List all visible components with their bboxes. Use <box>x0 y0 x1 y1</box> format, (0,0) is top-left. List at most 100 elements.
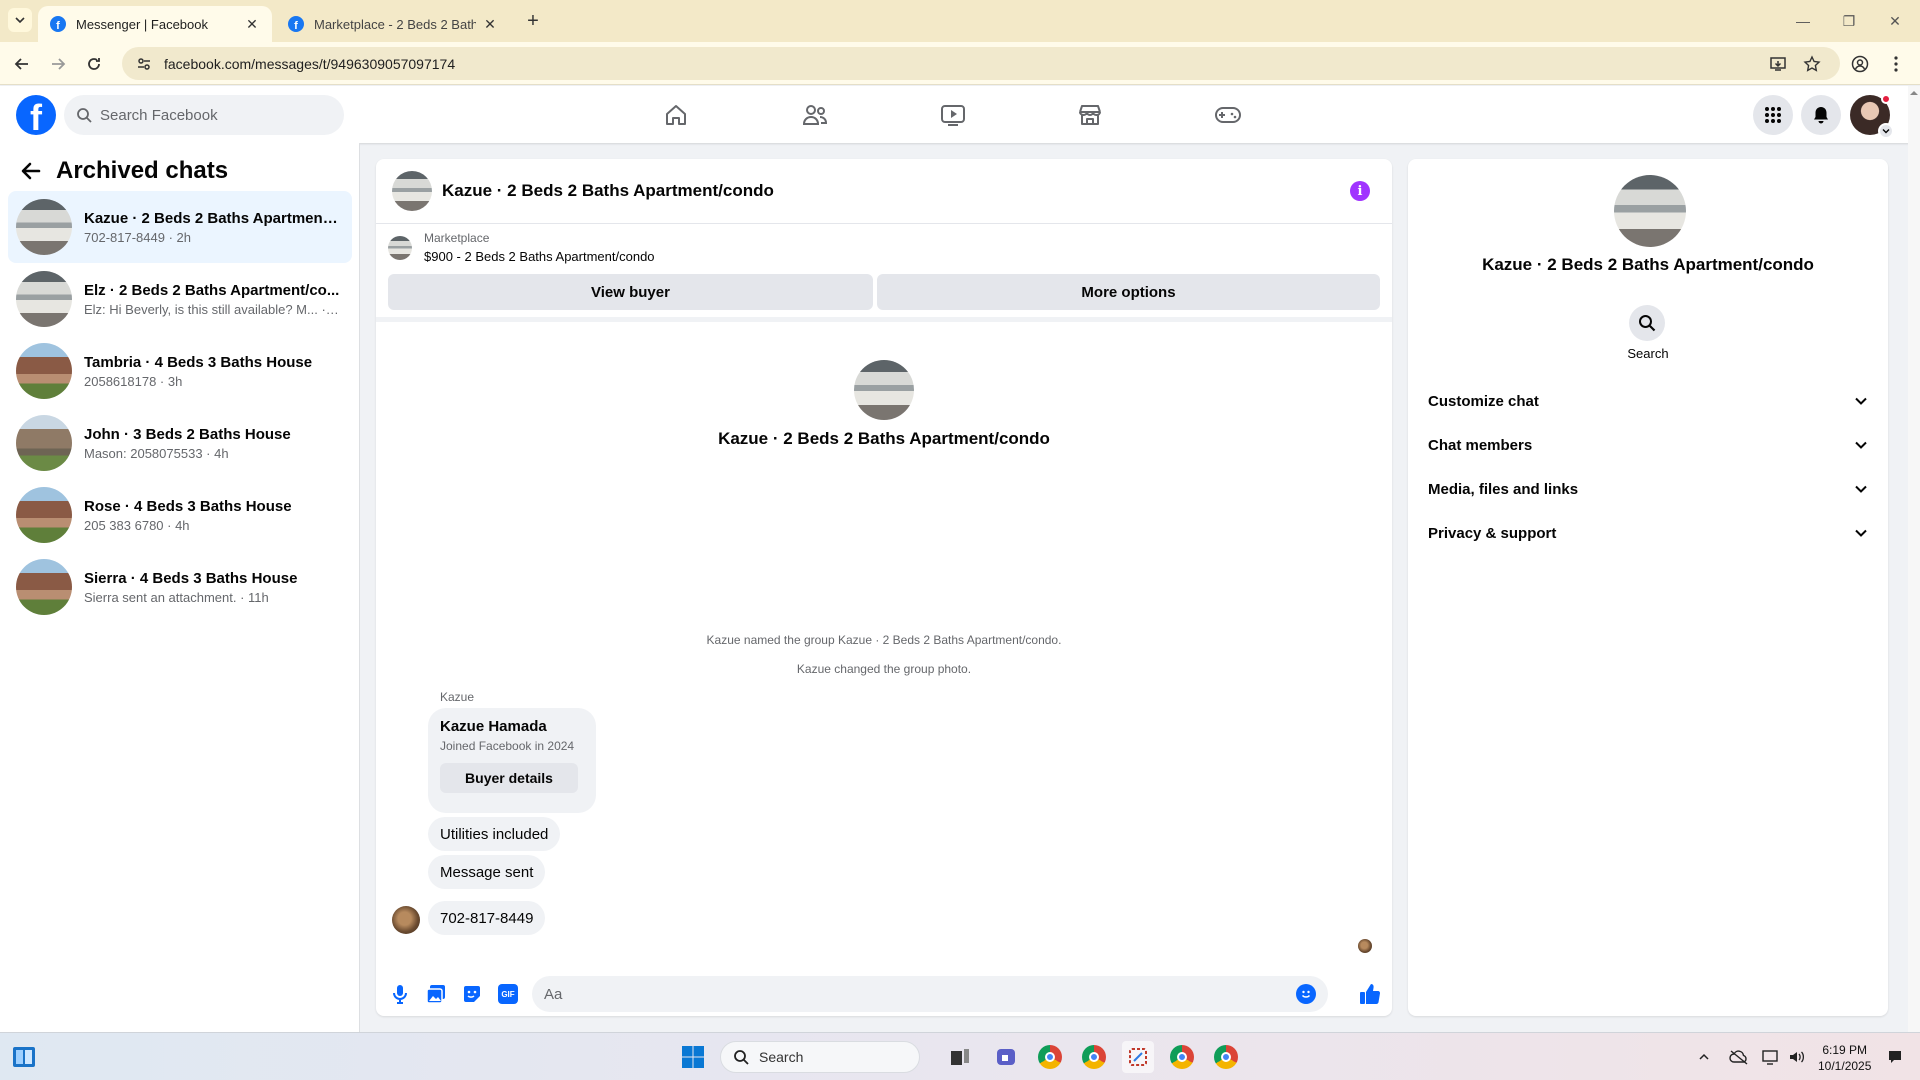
info-icon[interactable]: i <box>1350 181 1370 201</box>
start-button[interactable] <box>677 1041 709 1073</box>
new-tab-button[interactable]: + <box>520 8 546 34</box>
facebook-search[interactable] <box>64 95 344 135</box>
message-bubble[interactable]: Utilities included <box>428 817 561 851</box>
show-hidden-icons-button[interactable] <box>1692 1041 1716 1073</box>
nav-video[interactable] <box>897 86 1009 143</box>
gif-button[interactable]: GIF <box>496 982 520 1006</box>
voice-clip-button[interactable] <box>388 982 412 1006</box>
forward-button[interactable] <box>44 50 72 78</box>
search-icon <box>734 1050 749 1065</box>
browser-tab-marketplace[interactable]: f Marketplace - 2 Beds 2 Baths H ✕ <box>276 6 510 42</box>
section-media-files-links[interactable]: Media, files and links <box>1416 467 1880 511</box>
like-button[interactable] <box>1358 982 1382 1006</box>
taskbar-search[interactable]: Search <box>720 1041 920 1073</box>
widgets-icon <box>13 1047 35 1067</box>
address-bar[interactable]: facebook.com/messages/t/9496309057097174 <box>122 47 1840 80</box>
account-icon <box>1851 55 1869 73</box>
marketplace-label: Marketplace <box>424 231 490 245</box>
scroll-up-icon[interactable] <box>1908 88 1920 98</box>
view-buyer-button[interactable]: View buyer <box>388 274 873 310</box>
page-scrollbar[interactable] <box>1908 86 1920 1032</box>
facebook-search-input[interactable] <box>100 106 320 124</box>
emoji-icon[interactable] <box>1296 984 1316 1004</box>
nav-home[interactable] <box>620 86 732 143</box>
listing-thumbnail <box>388 235 412 260</box>
system-clock[interactable]: 6:19 PM 10/1/2025 <box>1818 1042 1871 1074</box>
section-customize-chat[interactable]: Customize chat <box>1416 379 1880 423</box>
browser-tab-messenger[interactable]: f Messenger | Facebook ✕ <box>38 6 272 42</box>
tab-title: Messenger | Facebook <box>76 16 208 32</box>
facebook-favicon-icon: f <box>288 16 304 32</box>
nav-gaming[interactable] <box>1172 86 1284 143</box>
profile-button[interactable] <box>1846 50 1874 78</box>
notification-center-button[interactable] <box>1882 1041 1908 1073</box>
notification-dot <box>1881 94 1891 104</box>
marketplace-listing[interactable]: Marketplace $900 - 2 Beds 2 Baths Apartm… <box>388 231 655 264</box>
snipping-tool-app[interactable] <box>1122 1041 1154 1073</box>
gaming-icon <box>1215 106 1241 123</box>
sticker-button[interactable] <box>460 982 484 1006</box>
more-options-button[interactable]: More options <box>877 274 1380 310</box>
onedrive-status[interactable] <box>1726 1041 1752 1073</box>
info-group-photo[interactable] <box>1614 175 1686 247</box>
section-chat-members[interactable]: Chat members <box>1416 423 1880 467</box>
site-info-icon[interactable] <box>136 56 152 72</box>
message-input[interactable] <box>544 985 1284 1003</box>
restore-button[interactable]: ❐ <box>1826 0 1872 42</box>
chat-preview: 702-817-8449 · 2h <box>84 229 191 245</box>
chat-item-rose[interactable]: Rose · 4 Beds 3 Baths House 205 383 6780… <box>8 479 352 551</box>
bookmark-button[interactable] <box>1798 50 1826 78</box>
close-window-button[interactable]: ✕ <box>1872 0 1918 42</box>
widgets-button[interactable] <box>8 1041 40 1073</box>
facebook-logo[interactable]: f <box>16 95 56 135</box>
close-tab-icon[interactable]: ✕ <box>244 16 260 33</box>
back-button[interactable] <box>8 50 36 78</box>
nav-marketplace[interactable] <box>1034 86 1146 143</box>
notifications-button[interactable] <box>1801 95 1841 135</box>
chat-preview: 205 383 6780 · 4h <box>84 517 190 533</box>
chat-item-sierra[interactable]: Sierra · 4 Beds 3 Baths House Sierra sen… <box>8 551 352 623</box>
sender-avatar[interactable] <box>392 906 420 934</box>
tab-list-button[interactable] <box>8 8 32 32</box>
close-tab-icon[interactable]: ✕ <box>482 16 498 33</box>
task-view-button[interactable] <box>944 1041 976 1073</box>
search-in-conversation-button[interactable] <box>1629 305 1665 341</box>
message-bubble[interactable]: Message sent <box>428 855 546 889</box>
chat-item-tambria[interactable]: Tambria · 4 Beds 3 Baths House 205861817… <box>8 335 352 407</box>
listing-title: $900 - 2 Beds 2 Baths Apartment/condo <box>424 249 655 264</box>
chrome-app-2[interactable] <box>1078 1041 1110 1073</box>
message-bubble[interactable]: 702-817-8449 <box>428 901 546 935</box>
message-input-box[interactable] <box>532 976 1328 1012</box>
chrome-app-4[interactable] <box>1210 1041 1242 1073</box>
chrome-app-3[interactable] <box>1166 1041 1198 1073</box>
buyer-profile-card: Kazue Hamada Joined Facebook in 2024 Buy… <box>428 708 596 813</box>
chat-item-kazue[interactable]: Kazue · 2 Beds 2 Baths Apartment/... 702… <box>8 191 352 263</box>
reload-button[interactable] <box>80 50 108 78</box>
conversation-title[interactable]: Kazue · 2 Beds 2 Baths Apartment/condo <box>442 181 774 201</box>
back-arrow-icon[interactable] <box>20 160 42 182</box>
minimize-button[interactable]: — <box>1780 0 1826 42</box>
install-app-button[interactable] <box>1764 50 1792 78</box>
conversation-avatar[interactable] <box>392 171 432 211</box>
chrome-app-1[interactable] <box>1034 1041 1066 1073</box>
teams-app[interactable] <box>990 1041 1022 1073</box>
arrow-right-icon <box>52 58 66 70</box>
section-privacy-support[interactable]: Privacy & support <box>1416 511 1880 555</box>
network-status[interactable] <box>1758 1041 1784 1073</box>
sender-name: Kazue <box>440 690 475 704</box>
volume-control[interactable] <box>1784 1041 1810 1073</box>
task-view-icon <box>951 1049 969 1065</box>
nav-friends[interactable] <box>759 86 871 143</box>
browser-tab-bar: f Messenger | Facebook ✕ f Marketplace -… <box>0 0 1920 42</box>
buyer-details-button[interactable]: Buyer details <box>440 763 578 793</box>
chat-item-john[interactable]: John · 3 Beds 2 Baths House Mason: 20580… <box>8 407 352 479</box>
browser-menu-button[interactable] <box>1882 50 1910 78</box>
chat-item-elz[interactable]: Elz · 2 Beds 2 Baths Apartment/co... Elz… <box>8 263 352 335</box>
sticker-icon <box>464 986 480 1002</box>
chevron-down-icon <box>1855 529 1867 537</box>
account-avatar[interactable] <box>1850 94 1894 139</box>
url-text: facebook.com/messages/t/9496309057097174 <box>164 55 456 72</box>
windows-logo-icon <box>682 1046 704 1068</box>
menu-button[interactable] <box>1753 95 1793 135</box>
attach-photo-button[interactable] <box>424 982 448 1006</box>
